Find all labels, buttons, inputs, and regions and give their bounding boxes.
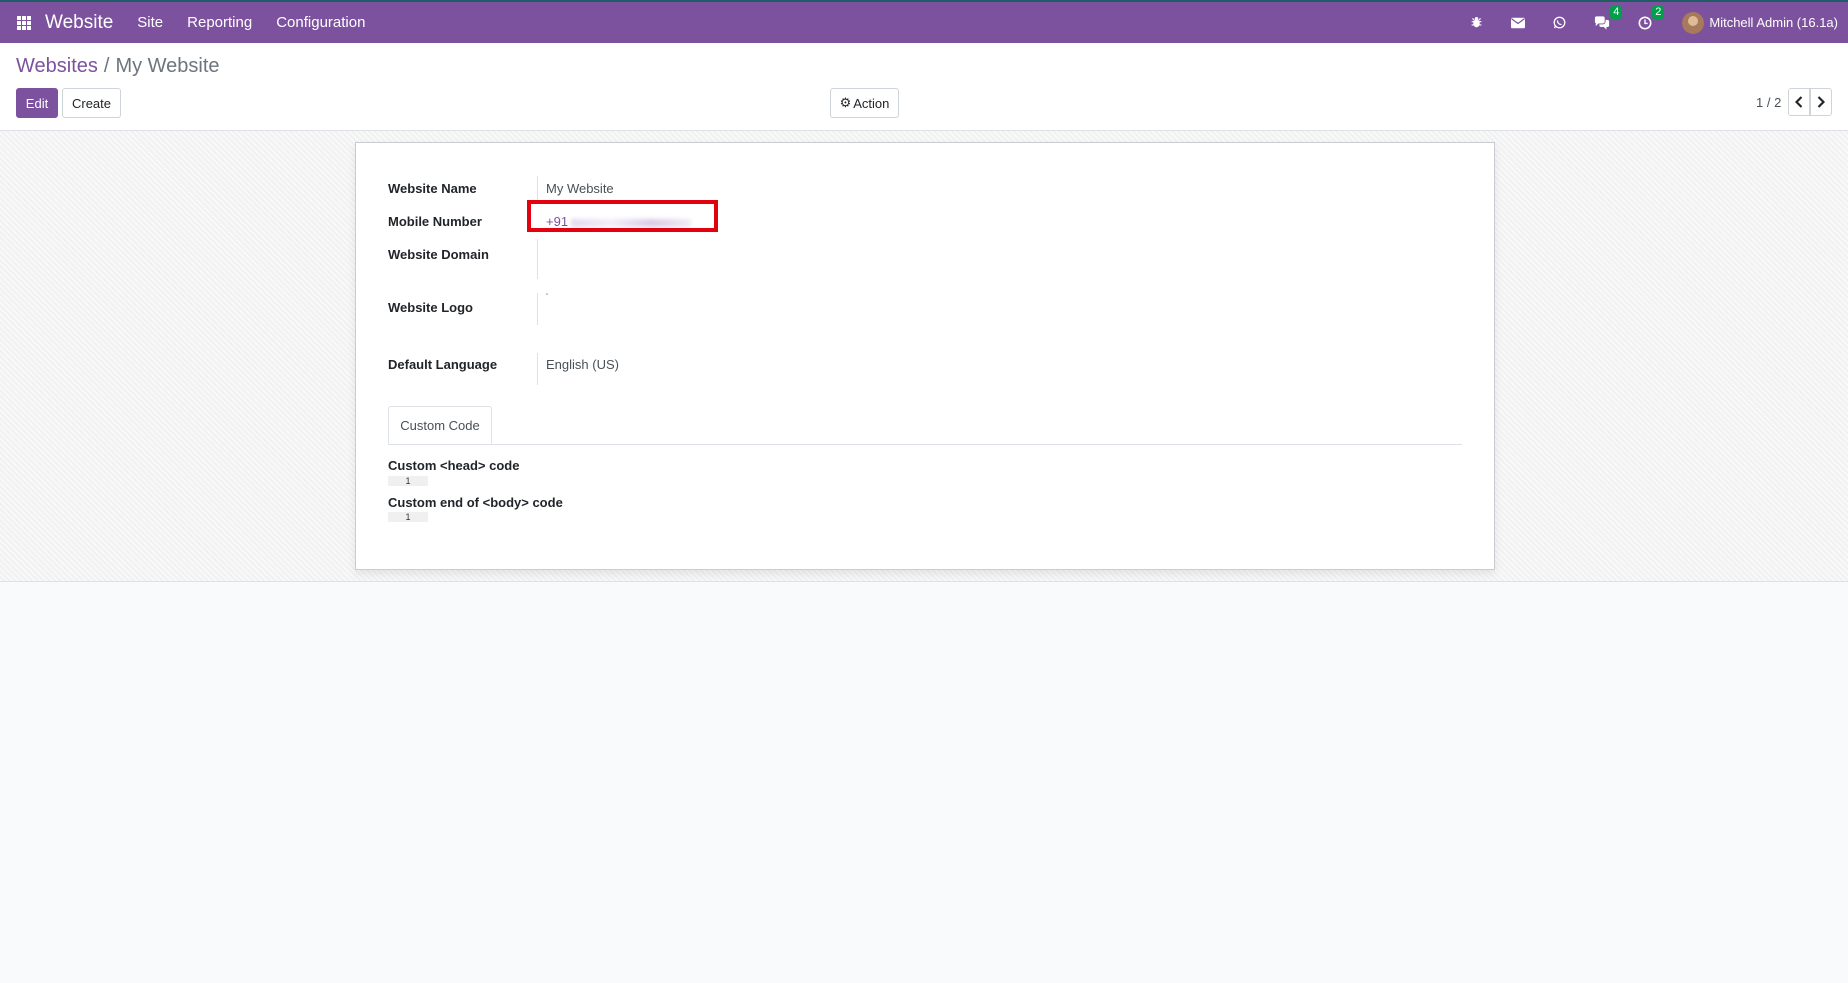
breadcrumb: Websites / My Website (16, 55, 220, 78)
breadcrumb-current: My Website (115, 55, 220, 77)
field-separator (537, 239, 538, 279)
highlight-annotation (527, 200, 718, 232)
chevron-right-icon (1817, 96, 1825, 108)
website-domain-label: Website Domain (388, 247, 489, 262)
mobile-number-label: Mobile Number (388, 214, 482, 229)
menu-configuration[interactable]: Configuration (276, 14, 365, 31)
field-separator (537, 293, 538, 325)
notebook-tabs: Custom Code (388, 406, 1462, 445)
messages-badge: 4 (1610, 5, 1623, 19)
chat-icon[interactable]: 4 (1594, 5, 1623, 30)
default-language-field[interactable]: English (US) (546, 357, 619, 372)
activity-clock-icon[interactable]: 2 (1638, 5, 1665, 30)
chevron-left-icon (1795, 96, 1803, 108)
user-menu[interactable]: Mitchell Admin (16.1a) (1709, 15, 1838, 30)
gear-icon: ⚙ (839, 95, 852, 110)
custom-head-label: Custom <head> code (388, 458, 520, 473)
breadcrumb-websites[interactable]: Websites (16, 55, 98, 77)
website-name-label: Website Name (388, 181, 477, 196)
whatsapp-icon[interactable] (1553, 16, 1566, 29)
website-name-field[interactable]: My Website (546, 181, 614, 196)
navbar-left: Website Site Reporting Configuration (0, 2, 377, 43)
bug-icon[interactable] (1470, 16, 1483, 29)
field-separator (537, 353, 538, 385)
action-button[interactable]: ⚙ Action (830, 88, 899, 118)
app-grid-icon[interactable] (17, 15, 31, 30)
activities-badge: 2 (1652, 5, 1665, 19)
top-navbar: Website Site Reporting Configuration 4 2… (0, 0, 1848, 43)
edit-button[interactable]: Edit (16, 88, 58, 118)
breadcrumb-separator: / (103, 55, 110, 77)
field-separator (537, 176, 538, 200)
custom-head-editor[interactable]: 1 (388, 476, 428, 486)
action-label: Action (853, 95, 890, 111)
user-avatar[interactable] (1682, 11, 1705, 34)
menu-reporting[interactable]: Reporting (187, 14, 252, 31)
website-logo-label: Website Logo (388, 300, 473, 315)
navbar-right: 4 2 Mitchell Admin (16.1a) (1456, 2, 1848, 43)
website-logo-image[interactable] (546, 293, 548, 295)
app-name[interactable]: Website (45, 12, 113, 34)
menu-site[interactable]: Site (137, 14, 163, 31)
create-button[interactable]: Create (62, 88, 121, 118)
pager-next-button[interactable] (1810, 88, 1832, 116)
custom-body-editor[interactable]: 1 (388, 512, 428, 522)
control-panel: Websites / My Website Edit Create ⚙ Action… (0, 43, 1848, 131)
pager-value[interactable]: 1 / 2 (1756, 95, 1781, 110)
tab-custom-code[interactable]: Custom Code (388, 406, 492, 444)
form-sheet: Website Name My Website Mobile Number +9… (355, 142, 1495, 570)
custom-body-label: Custom end of <body> code (388, 495, 563, 510)
envelope-icon[interactable] (1511, 17, 1526, 29)
pager-previous-button[interactable] (1788, 88, 1810, 116)
default-language-label: Default Language (388, 357, 498, 372)
